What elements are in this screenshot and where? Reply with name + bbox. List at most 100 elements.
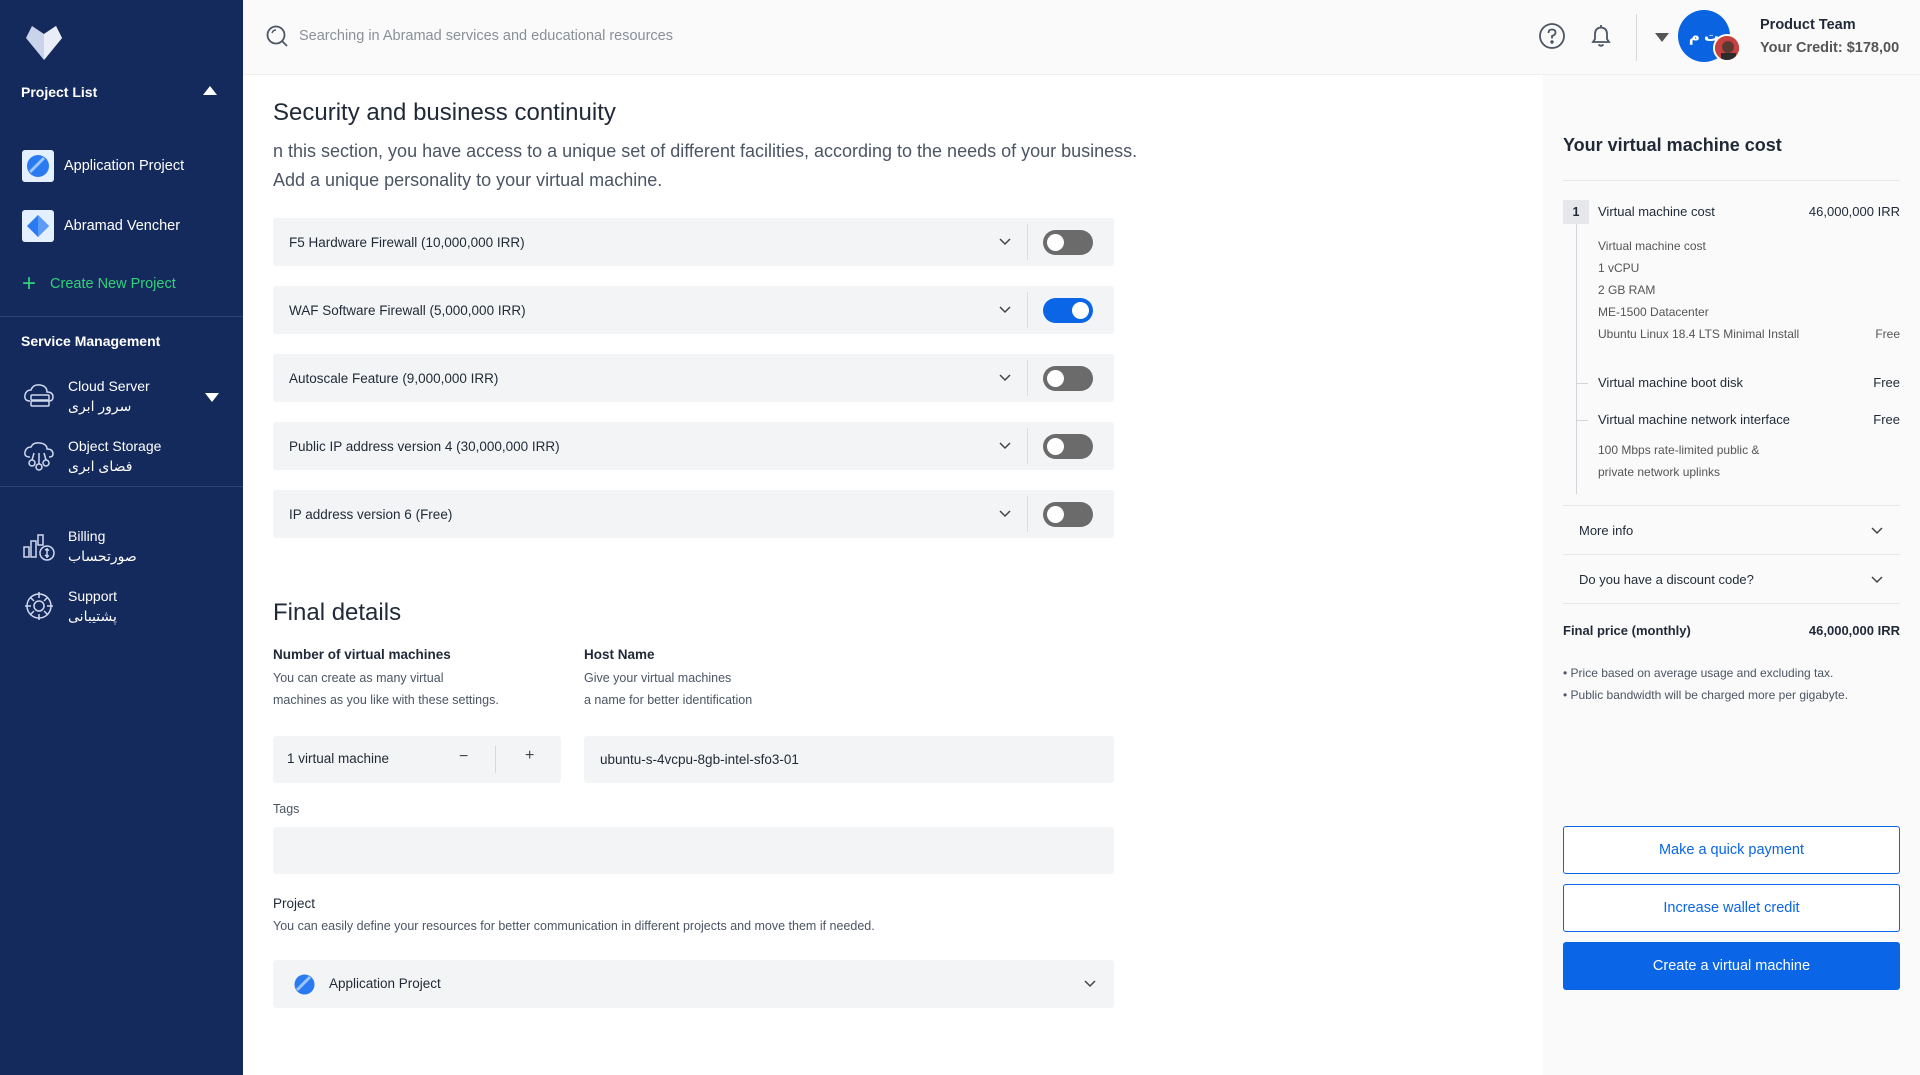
- sidebar-item-cloud-server[interactable]: Cloud Server سرور ابری: [22, 376, 150, 416]
- billing-icon: [23, 534, 55, 561]
- feature-label: Public IP address version 4 (30,000,000 …: [289, 438, 560, 454]
- create-project-label: Create New Project: [50, 276, 176, 292]
- cost-panel-title: Your virtual machine cost: [1563, 135, 1782, 155]
- create-new-project-button[interactable]: + Create New Project: [22, 272, 176, 296]
- sidebar-item-support[interactable]: Support پشتیبانی: [22, 586, 117, 626]
- sidebar-divider: [0, 316, 243, 317]
- network-value: Free: [1873, 412, 1900, 427]
- sidebar-item-object-storage[interactable]: Object Storage فضای ابری: [22, 436, 161, 476]
- feature-label: F5 Hardware Firewall (10,000,000 IRR): [289, 234, 525, 250]
- notification-bell-icon[interactable]: [1587, 22, 1615, 50]
- cost-summary-panel: Your virtual machine cost 1 Virtual mach…: [1543, 75, 1920, 1075]
- cloud-server-label-fa: سرور ابری: [68, 398, 132, 414]
- chevron-down-icon[interactable]: [205, 393, 219, 402]
- sidebar-project-application[interactable]: Application Project: [22, 150, 184, 182]
- cloud-server-label: Cloud Server: [68, 378, 150, 394]
- chevron-down-icon: [1084, 980, 1096, 988]
- spec-line: 2 GB RAM: [1598, 283, 1900, 297]
- spec-line: Virtual machine cost: [1598, 239, 1900, 253]
- network-desc-text: 100 Mbps rate-limited public &: [1598, 443, 1760, 457]
- tags-input[interactable]: [273, 827, 1114, 874]
- feature-toggle[interactable]: [1043, 366, 1093, 391]
- vm-cost-row: Virtual machine cost 46,000,000 IRR: [1598, 204, 1900, 219]
- feature-toggle[interactable]: [1043, 502, 1093, 527]
- spec-line: ME-1500 Datacenter: [1598, 305, 1900, 319]
- chevron-down-icon[interactable]: [998, 234, 1012, 248]
- vm-quantity-stepper[interactable]: 1 virtual machine − +: [273, 736, 561, 783]
- abramad-logo[interactable]: [22, 20, 66, 64]
- user-avatar[interactable]: [1713, 34, 1741, 62]
- network-label: Virtual machine network interface: [1598, 412, 1790, 427]
- spec-line: Ubuntu Linux 18.4 LTS Minimal Install Fr…: [1598, 327, 1900, 341]
- support-label-fa: پشتیبانی: [68, 608, 117, 624]
- sidebar-item-billing[interactable]: Billing صورتحساب: [22, 526, 137, 566]
- spec-text: Ubuntu Linux 18.4 LTS Minimal Install: [1598, 327, 1800, 341]
- sidebar-project-abramad-vencher[interactable]: Abramad Vencher: [22, 210, 180, 242]
- search-input[interactable]: Searching in Abramad services and educat…: [299, 28, 673, 44]
- project-orb-icon: [27, 155, 49, 177]
- security-section-title: Security and business continuity: [273, 99, 616, 126]
- vm-cost-label: Virtual machine cost: [1598, 204, 1715, 219]
- network-desc-line1: 100 Mbps rate-limited public &: [1598, 443, 1900, 457]
- chevron-down-icon[interactable]: [998, 506, 1012, 520]
- support-icon: [25, 592, 53, 620]
- boot-disk-row: Virtual machine boot disk Free: [1598, 375, 1900, 390]
- cloud-server-icon: [24, 384, 54, 407]
- feature-row-waf-firewall[interactable]: WAF Software Firewall (5,000,000 IRR): [273, 286, 1114, 334]
- decrement-button[interactable]: −: [459, 748, 468, 766]
- feature-row-autoscale[interactable]: Autoscale Feature (9,000,000 IRR): [273, 354, 1114, 402]
- feature-toggle[interactable]: [1043, 230, 1093, 255]
- collapse-projects-icon[interactable]: [203, 86, 217, 95]
- tags-label: Tags: [273, 802, 300, 816]
- final-details-title: Final details: [273, 599, 402, 626]
- network-row: Virtual machine network interface Free: [1598, 412, 1900, 427]
- spec-line: 1 vCPU: [1598, 261, 1900, 275]
- quick-payment-button[interactable]: Make a quick payment: [1563, 826, 1900, 874]
- increase-wallet-button[interactable]: Increase wallet credit: [1563, 884, 1900, 932]
- chevron-down-icon[interactable]: [998, 302, 1012, 316]
- feature-label: IP address version 6 (Free): [289, 506, 453, 522]
- project-label: Abramad Vencher: [64, 218, 181, 234]
- discount-code-accordion[interactable]: Do you have a discount code?: [1563, 555, 1900, 603]
- final-price-value: 46,000,000 IRR: [1808, 623, 1900, 638]
- spec-text: 2 GB RAM: [1598, 283, 1656, 297]
- boot-disk-value: Free: [1873, 375, 1900, 390]
- more-info-accordion[interactable]: More info: [1563, 506, 1900, 554]
- account-menu-chevron-icon[interactable]: [1655, 33, 1669, 42]
- top-header: Searching in Abramad services and educat…: [243, 0, 1920, 75]
- help-icon[interactable]: [1538, 22, 1566, 50]
- tree-tick: [1576, 420, 1588, 421]
- project-thumbnail: [22, 150, 54, 182]
- project-thumbnail: [22, 210, 54, 242]
- feature-toggle[interactable]: [1043, 298, 1093, 323]
- host-name-input[interactable]: [584, 736, 1114, 783]
- price-note: • Price based on average usage and exclu…: [1563, 666, 1834, 680]
- search-bar[interactable]: Searching in Abramad services and educat…: [265, 24, 673, 48]
- feature-row-f5-firewall[interactable]: F5 Hardware Firewall (10,000,000 IRR): [273, 218, 1114, 266]
- feature-row-ipv6[interactable]: IP address version 6 (Free): [273, 490, 1114, 538]
- chevron-down-icon: [1871, 576, 1883, 584]
- feature-divider: [1027, 224, 1028, 260]
- object-storage-icon: [24, 442, 54, 471]
- stepper-divider: [495, 746, 496, 773]
- host-name-help-line1: Give your virtual machines: [584, 671, 732, 685]
- sidebar: Project List Application Project Abramad…: [0, 0, 243, 1075]
- boot-disk-label: Virtual machine boot disk: [1598, 375, 1744, 390]
- chevron-down-icon[interactable]: [998, 438, 1012, 452]
- project-label: Project: [273, 896, 316, 911]
- project-label: Application Project: [64, 158, 185, 174]
- increment-button[interactable]: +: [525, 747, 534, 765]
- more-info-label: More info: [1579, 522, 1634, 538]
- feature-row-ipv4[interactable]: Public IP address version 4 (30,000,000 …: [273, 422, 1114, 470]
- feature-label: Autoscale Feature (9,000,000 IRR): [289, 370, 499, 386]
- chevron-down-icon[interactable]: [998, 370, 1012, 384]
- feature-label: WAF Software Firewall (5,000,000 IRR): [289, 302, 526, 318]
- discount-label: Do you have a discount code?: [1579, 571, 1754, 587]
- feature-divider: [1027, 496, 1028, 532]
- feature-divider: [1027, 292, 1028, 328]
- network-desc-text: private network uplinks: [1598, 465, 1721, 479]
- feature-toggle[interactable]: [1043, 434, 1093, 459]
- user-photo-icon: [1715, 36, 1739, 60]
- create-vm-button[interactable]: Create a virtual machine: [1563, 942, 1900, 990]
- project-select[interactable]: Application Project: [273, 960, 1114, 1008]
